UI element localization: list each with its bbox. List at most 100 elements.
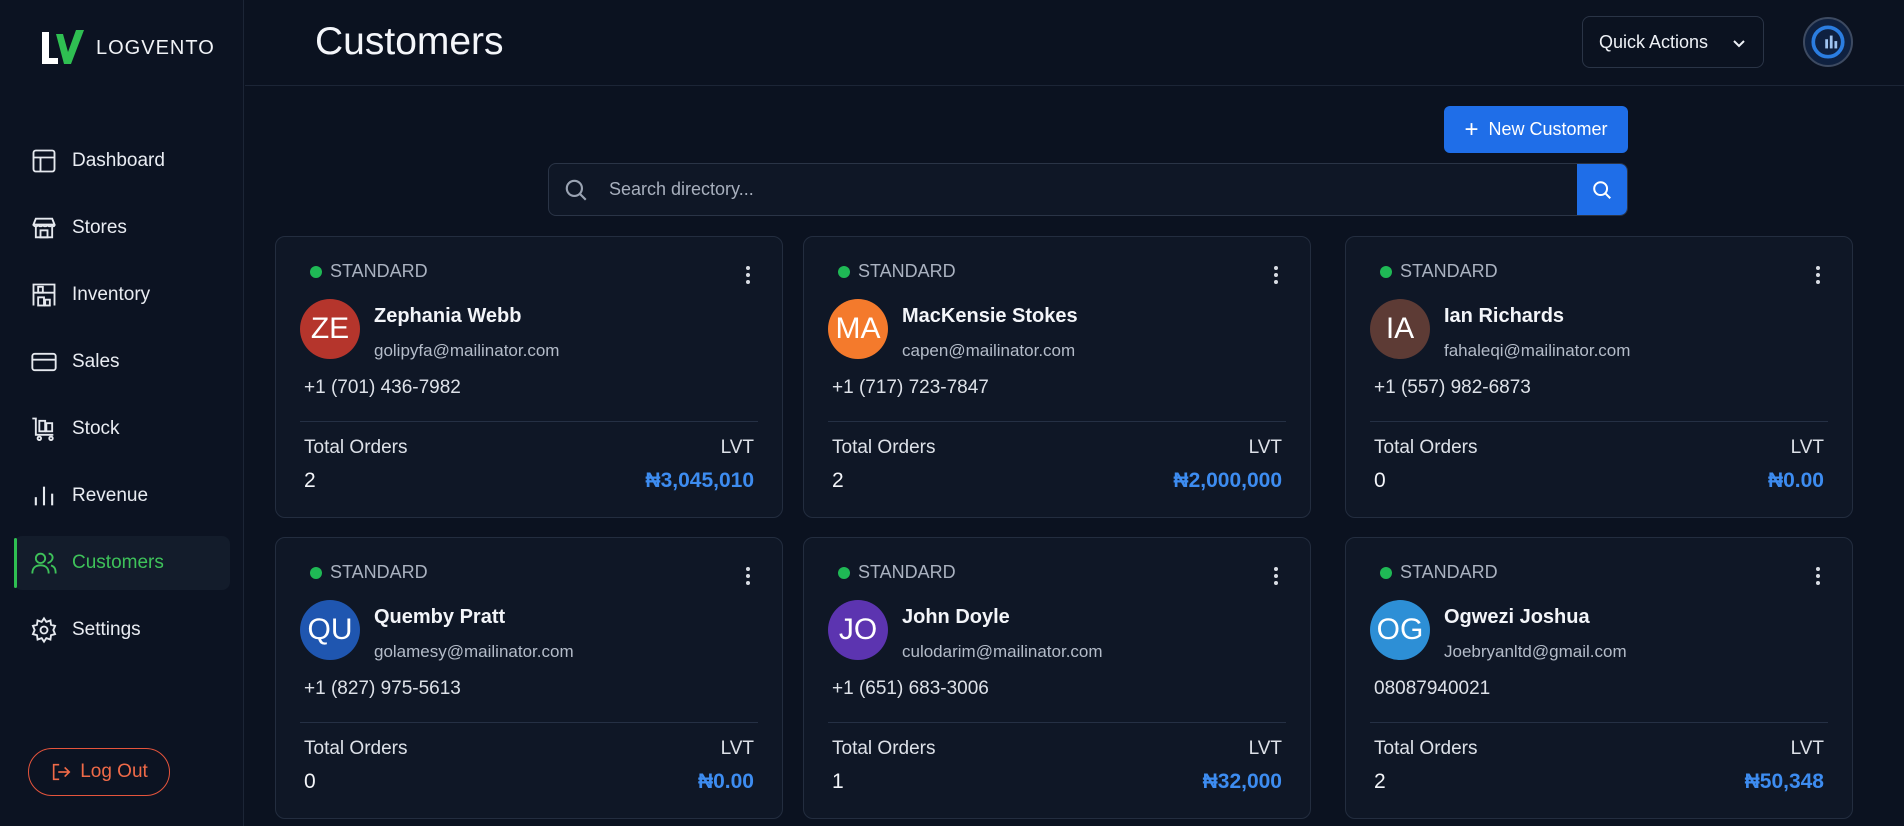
status-dot-icon bbox=[838, 566, 850, 579]
card-divider bbox=[300, 421, 758, 422]
sidebar-item-stores[interactable]: Stores bbox=[14, 201, 230, 255]
sidebar-item-label: Stores bbox=[72, 217, 127, 238]
avatar: MA bbox=[828, 299, 888, 359]
customer-name[interactable]: Zephania Webb bbox=[374, 305, 521, 328]
lvt-label: LVT bbox=[1790, 738, 1824, 759]
customer-card[interactable]: STANDARD MA MacKensie Stokes capen@maili… bbox=[803, 236, 1311, 518]
total-orders-label: Total Orders bbox=[304, 738, 408, 759]
card-divider bbox=[828, 421, 1286, 422]
sidebar-item-customers[interactable]: Customers bbox=[14, 536, 230, 590]
total-orders-label: Total Orders bbox=[304, 437, 408, 458]
card-divider bbox=[1370, 421, 1828, 422]
card-divider bbox=[1370, 722, 1828, 723]
avatar: ZE bbox=[300, 299, 360, 359]
customer-phone: 08087940021 bbox=[1374, 678, 1491, 699]
search-bar bbox=[548, 163, 1628, 216]
total-orders-value: 0 bbox=[304, 770, 316, 793]
cart-icon bbox=[32, 417, 54, 442]
sidebar-item-dashboard[interactable]: Dashboard bbox=[14, 134, 230, 188]
sidebar-item-label: Settings bbox=[72, 619, 141, 640]
sidebar-item-sales[interactable]: Sales bbox=[14, 335, 230, 389]
sidebar-item-stock[interactable]: Stock bbox=[14, 402, 230, 456]
page-title: Customers bbox=[315, 20, 504, 63]
total-orders-label: Total Orders bbox=[1374, 437, 1478, 458]
user-avatar[interactable] bbox=[1803, 17, 1853, 67]
total-orders-value: 2 bbox=[832, 469, 844, 492]
avatar-image-icon bbox=[1811, 25, 1845, 59]
customer-name[interactable]: Ian Richards bbox=[1444, 305, 1564, 328]
status-badge: STANDARD bbox=[1380, 562, 1498, 583]
customer-email: fahaleqi@mailinator.com bbox=[1444, 341, 1631, 360]
new-customer-label: New Customer bbox=[1488, 119, 1608, 139]
search-icon bbox=[1593, 180, 1611, 199]
lvt-value: ₦2,000,000 bbox=[1173, 469, 1282, 492]
new-customer-button[interactable]: + New Customer bbox=[1444, 106, 1628, 153]
customer-email: Joebryanltd@gmail.com bbox=[1444, 642, 1627, 661]
inventory-icon bbox=[32, 283, 56, 307]
status-badge: STANDARD bbox=[310, 562, 428, 583]
customer-card[interactable]: STANDARD OG Ogwezi Joshua Joebryanltd@gm… bbox=[1345, 537, 1853, 819]
total-orders-value: 0 bbox=[1374, 469, 1386, 492]
customer-phone: +1 (557) 982-6873 bbox=[1374, 377, 1531, 398]
status-label: STANDARD bbox=[330, 562, 428, 582]
lvt-value: ₦0.00 bbox=[1767, 469, 1824, 492]
card-divider bbox=[300, 722, 758, 723]
customer-name[interactable]: Ogwezi Joshua bbox=[1444, 606, 1590, 629]
avatar: QU bbox=[300, 600, 360, 660]
lvt-value: ₦32,000 bbox=[1202, 770, 1282, 793]
more-options-icon[interactable] bbox=[1810, 564, 1826, 588]
more-options-icon[interactable] bbox=[1268, 564, 1284, 588]
customer-card[interactable]: STANDARD IA Ian Richards fahaleqi@mailin… bbox=[1345, 236, 1853, 518]
quick-actions-dropdown[interactable]: Quick Actions bbox=[1582, 16, 1764, 68]
sidebar-item-label: Inventory bbox=[72, 284, 151, 305]
status-dot-icon bbox=[838, 265, 850, 278]
sidebar-item-label: Sales bbox=[72, 351, 120, 372]
customer-email: golamesy@mailinator.com bbox=[374, 642, 574, 661]
status-dot-icon bbox=[1380, 566, 1392, 579]
status-badge: STANDARD bbox=[838, 261, 956, 282]
total-orders-value: 2 bbox=[1374, 770, 1386, 793]
brand-name: LOGVENTO bbox=[96, 36, 215, 59]
sidebar-item-revenue[interactable]: Revenue bbox=[14, 469, 230, 523]
avatar: OG bbox=[1370, 600, 1430, 660]
chevron-down-icon bbox=[1733, 40, 1745, 48]
customer-name[interactable]: John Doyle bbox=[902, 606, 1010, 629]
lvt-label: LVT bbox=[720, 738, 754, 759]
search-button[interactable] bbox=[1577, 164, 1627, 215]
store-icon bbox=[32, 217, 56, 239]
gear-icon bbox=[31, 616, 57, 644]
more-options-icon[interactable] bbox=[1810, 263, 1826, 287]
card-divider bbox=[828, 722, 1286, 723]
more-options-icon[interactable] bbox=[740, 564, 756, 588]
customer-name[interactable]: MacKensie Stokes bbox=[902, 305, 1078, 328]
customer-card[interactable]: STANDARD QU Quemby Pratt golamesy@mailin… bbox=[275, 537, 783, 819]
sidebar-item-label: Revenue bbox=[72, 485, 149, 506]
search-input[interactable] bbox=[609, 164, 1569, 215]
lvt-label: LVT bbox=[1790, 437, 1824, 458]
status-label: STANDARD bbox=[1400, 562, 1498, 582]
more-options-icon[interactable] bbox=[740, 263, 756, 287]
users-icon bbox=[31, 552, 57, 574]
credit-card-icon bbox=[31, 352, 57, 372]
customer-phone: +1 (651) 683-3006 bbox=[832, 678, 989, 699]
sidebar-item-label: Stock bbox=[72, 418, 120, 439]
status-label: STANDARD bbox=[1400, 261, 1498, 281]
status-label: STANDARD bbox=[858, 562, 956, 582]
total-orders-label: Total Orders bbox=[832, 738, 936, 759]
avatar: IA bbox=[1370, 299, 1430, 359]
status-label: STANDARD bbox=[858, 261, 956, 281]
logout-button[interactable]: Log Out bbox=[28, 748, 170, 796]
more-options-icon[interactable] bbox=[1268, 263, 1284, 287]
sidebar-item-inventory[interactable]: Inventory bbox=[14, 268, 230, 322]
sidebar-item-settings[interactable]: Settings bbox=[14, 603, 230, 657]
status-dot-icon bbox=[1380, 265, 1392, 278]
bar-chart-icon bbox=[34, 486, 54, 506]
status-dot-icon bbox=[310, 265, 322, 278]
plus-icon: + bbox=[1464, 115, 1479, 143]
customer-card[interactable]: STANDARD ZE Zephania Webb golipyfa@maili… bbox=[275, 236, 783, 518]
customer-card[interactable]: STANDARD JO John Doyle culodarim@mailina… bbox=[803, 537, 1311, 819]
customer-name[interactable]: Quemby Pratt bbox=[374, 606, 505, 629]
brand-logo[interactable]: LOGVENTO bbox=[40, 28, 215, 68]
lvt-value: ₦3,045,010 bbox=[645, 469, 754, 492]
sidebar-item-label: Dashboard bbox=[72, 150, 165, 171]
